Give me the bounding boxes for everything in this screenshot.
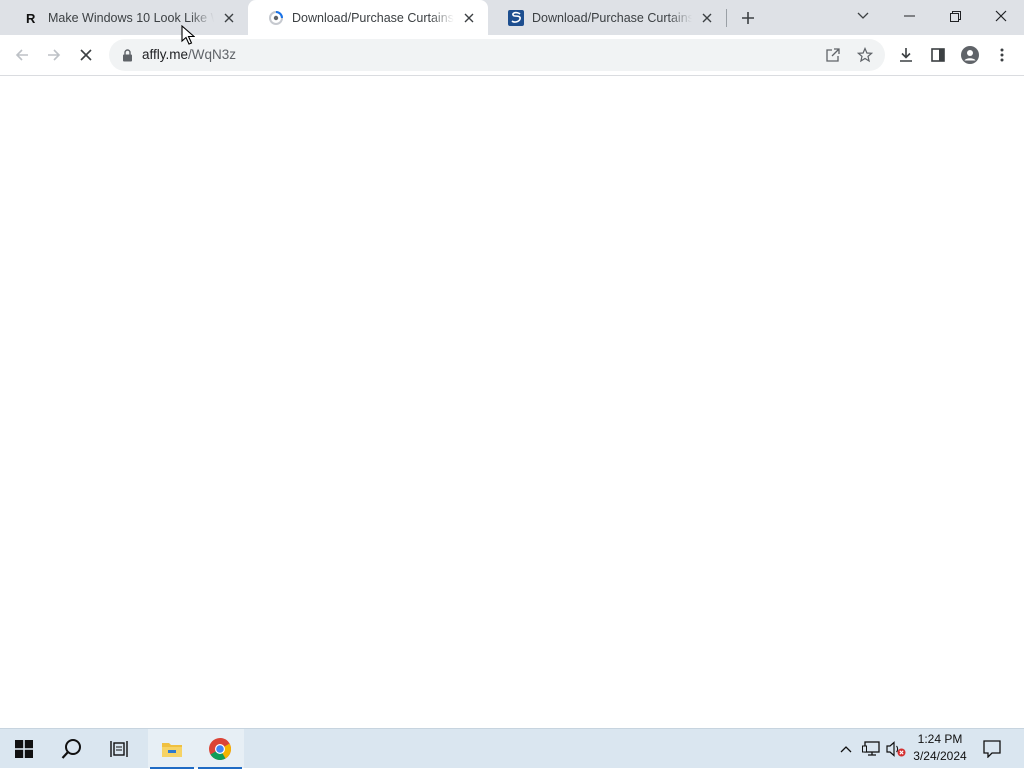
- tab-strip: R Make Windows 10 Look Like Windows 11 D…: [0, 0, 1024, 35]
- side-panel-button[interactable]: [924, 41, 952, 69]
- file-explorer-button[interactable]: [148, 729, 196, 769]
- side-panel-icon: [931, 48, 945, 62]
- tab-title: Download/Purchase Curtains : Stardock: [292, 10, 454, 25]
- network-button[interactable]: [860, 729, 882, 769]
- close-tab-icon[interactable]: [698, 9, 716, 27]
- back-button[interactable]: [8, 41, 36, 69]
- start-button[interactable]: [0, 729, 48, 769]
- system-clock[interactable]: 1:24 PM 3/24/2024: [906, 731, 974, 767]
- tab-title: Make Windows 10 Look Like Windows 11: [48, 10, 214, 25]
- forward-button[interactable]: [40, 41, 68, 69]
- task-view-button[interactable]: [96, 729, 144, 769]
- clock-time: 1:24 PM: [917, 732, 963, 746]
- tab-separator: [726, 9, 727, 27]
- download-button[interactable]: [892, 41, 920, 69]
- show-hidden-icons-chevron: [840, 745, 852, 753]
- show-hidden-icons-button[interactable]: [836, 729, 856, 769]
- network-icon: [862, 741, 880, 757]
- tab-make-windows-10[interactable]: R Make Windows 10 Look Like Windows 11: [4, 0, 248, 35]
- restore-icon: [949, 10, 961, 22]
- profile-button[interactable]: [956, 41, 984, 69]
- url-host: affly.me: [142, 47, 189, 62]
- chrome-taskbar-button[interactable]: [196, 729, 244, 769]
- taskbar-search-button[interactable]: [48, 729, 96, 769]
- page-content-blank: [0, 77, 1024, 727]
- plus-icon: [741, 11, 755, 25]
- minimize-icon: [903, 15, 915, 17]
- stop-loading-button[interactable]: [72, 41, 100, 69]
- tab-search-button[interactable]: [840, 0, 886, 32]
- tab-download-curtains-active[interactable]: Download/Purchase Curtains : Stardock: [248, 0, 488, 35]
- notification-icon: [983, 740, 1001, 758]
- r-logo-icon: R: [24, 10, 40, 26]
- tab-download-curtains[interactable]: Download/Purchase Curtains : Stardock: [488, 0, 726, 35]
- url-path: /WqN3z: [188, 47, 237, 62]
- tab-title: Download/Purchase Curtains : Stardock: [532, 10, 692, 25]
- volume-button[interactable]: [884, 729, 908, 769]
- address-bar[interactable]: affly.me/WqN3z: [109, 39, 885, 71]
- close-tab-icon[interactable]: [220, 9, 238, 27]
- restore-button[interactable]: [932, 0, 978, 32]
- profile-icon: [961, 46, 979, 64]
- svg-text:R: R: [26, 11, 36, 25]
- tab-search-icon: [857, 12, 869, 20]
- clock-date: 3/24/2024: [913, 749, 967, 763]
- windows-start-icon: [15, 740, 33, 758]
- browser-toolbar: affly.me/WqN3z: [0, 35, 1024, 76]
- forward-icon: [46, 47, 62, 63]
- bookmark-star-icon[interactable]: [855, 45, 875, 65]
- close-window-button[interactable]: [978, 0, 1024, 32]
- back-icon: [14, 47, 30, 63]
- search-icon: [61, 738, 83, 760]
- notification-center-button[interactable]: [980, 729, 1004, 769]
- menu-button[interactable]: [988, 41, 1016, 69]
- url-text[interactable]: affly.me/WqN3z: [142, 47, 236, 62]
- chrome-icon: [208, 737, 232, 761]
- mouse-cursor-icon: [181, 25, 195, 45]
- task-view-icon: [110, 740, 130, 758]
- windows-taskbar: 1:24 PM 3/24/2024: [0, 728, 1024, 769]
- share-icon[interactable]: [823, 45, 843, 65]
- stop-loading-icon: [79, 48, 93, 62]
- stardock-icon: [508, 9, 524, 26]
- close-icon: [995, 10, 1007, 22]
- lock-icon[interactable]: [119, 47, 135, 63]
- new-tab-button[interactable]: [736, 6, 760, 30]
- minimize-button[interactable]: [886, 0, 932, 32]
- loading-spinner-icon: [268, 10, 284, 26]
- file-explorer-icon: [161, 740, 183, 758]
- download-icon: [898, 47, 914, 63]
- menu-icon: [1000, 48, 1004, 62]
- close-tab-icon[interactable]: [460, 9, 478, 27]
- volume-muted-icon: [886, 741, 906, 757]
